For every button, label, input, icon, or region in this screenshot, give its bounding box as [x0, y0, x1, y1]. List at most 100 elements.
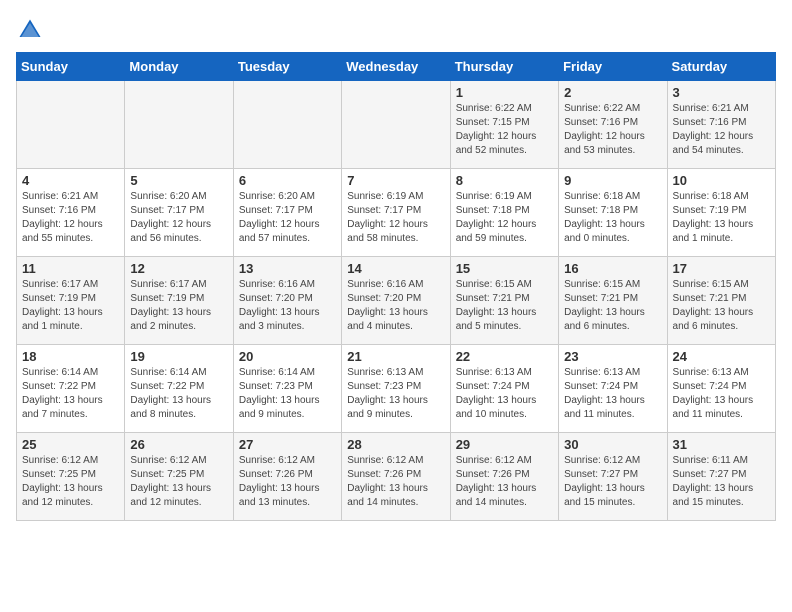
day-cell-13: 13 Sunrise: 6:16 AM Sunset: 7:20 PM Dayli…: [233, 257, 341, 345]
day-cell-3: 3 Sunrise: 6:21 AM Sunset: 7:16 PM Daylig…: [667, 81, 775, 169]
day-info: Sunrise: 6:15 AM Sunset: 7:21 PM Dayligh…: [456, 278, 553, 334]
weekday-header-friday: Friday: [559, 53, 667, 81]
week-row-1: 1 Sunrise: 6:22 AM Sunset: 7:15 PM Daylig…: [17, 81, 776, 169]
day-number: 7: [347, 173, 444, 188]
weekday-header-row: SundayMondayTuesdayWednesdayThursdayFrid…: [17, 53, 776, 81]
day-info: Sunrise: 6:17 AM Sunset: 7:19 PM Dayligh…: [130, 278, 227, 334]
day-cell-15: 15 Sunrise: 6:15 AM Sunset: 7:21 PM Dayli…: [450, 257, 558, 345]
day-number: 10: [673, 173, 770, 188]
week-row-4: 18 Sunrise: 6:14 AM Sunset: 7:22 PM Dayli…: [17, 345, 776, 433]
day-number: 28: [347, 437, 444, 452]
day-info: Sunrise: 6:14 AM Sunset: 7:22 PM Dayligh…: [22, 366, 119, 422]
weekday-header-thursday: Thursday: [450, 53, 558, 81]
empty-cell: [125, 81, 233, 169]
day-number: 9: [564, 173, 661, 188]
day-number: 25: [22, 437, 119, 452]
day-info: Sunrise: 6:12 AM Sunset: 7:27 PM Dayligh…: [564, 454, 661, 510]
empty-cell: [233, 81, 341, 169]
week-row-2: 4 Sunrise: 6:21 AM Sunset: 7:16 PM Daylig…: [17, 169, 776, 257]
day-info: Sunrise: 6:12 AM Sunset: 7:26 PM Dayligh…: [239, 454, 336, 510]
day-cell-11: 11Sunrise: 6:17 AM Sunset: 7:19 PM Dayli…: [17, 257, 125, 345]
day-number: 26: [130, 437, 227, 452]
day-info: Sunrise: 6:15 AM Sunset: 7:21 PM Dayligh…: [673, 278, 770, 334]
day-info: Sunrise: 6:16 AM Sunset: 7:20 PM Dayligh…: [239, 278, 336, 334]
day-number: 15: [456, 261, 553, 276]
day-info: Sunrise: 6:14 AM Sunset: 7:22 PM Dayligh…: [130, 366, 227, 422]
day-number: 30: [564, 437, 661, 452]
day-info: Sunrise: 6:22 AM Sunset: 7:15 PM Dayligh…: [456, 102, 553, 158]
logo-icon: [16, 16, 44, 44]
day-info: Sunrise: 6:14 AM Sunset: 7:23 PM Dayligh…: [239, 366, 336, 422]
weekday-header-wednesday: Wednesday: [342, 53, 450, 81]
day-info: Sunrise: 6:12 AM Sunset: 7:25 PM Dayligh…: [130, 454, 227, 510]
weekday-header-tuesday: Tuesday: [233, 53, 341, 81]
day-cell-31: 31Sunrise: 6:11 AM Sunset: 7:27 PM Dayli…: [667, 433, 775, 521]
day-cell-20: 20 Sunrise: 6:14 AM Sunset: 7:23 PM Dayli…: [233, 345, 341, 433]
day-cell-8: 8 Sunrise: 6:19 AM Sunset: 7:18 PM Daylig…: [450, 169, 558, 257]
day-number: 1: [456, 85, 553, 100]
day-info: Sunrise: 6:17 AM Sunset: 7:19 PM Dayligh…: [22, 278, 119, 334]
day-info: Sunrise: 6:18 AM Sunset: 7:18 PM Dayligh…: [564, 190, 661, 246]
day-info: Sunrise: 6:21 AM Sunset: 7:16 PM Dayligh…: [22, 190, 119, 246]
week-row-5: 25 Sunrise: 6:12 AM Sunset: 7:25 PM Dayli…: [17, 433, 776, 521]
day-cell-28: 28 Sunrise: 6:12 AM Sunset: 7:26 PM Dayli…: [342, 433, 450, 521]
day-cell-1: 1 Sunrise: 6:22 AM Sunset: 7:15 PM Daylig…: [450, 81, 558, 169]
day-number: 3: [673, 85, 770, 100]
day-info: Sunrise: 6:20 AM Sunset: 7:17 PM Dayligh…: [239, 190, 336, 246]
day-number: 29: [456, 437, 553, 452]
day-cell-4: 4 Sunrise: 6:21 AM Sunset: 7:16 PM Daylig…: [17, 169, 125, 257]
day-info: Sunrise: 6:21 AM Sunset: 7:16 PM Dayligh…: [673, 102, 770, 158]
day-info: Sunrise: 6:13 AM Sunset: 7:24 PM Dayligh…: [564, 366, 661, 422]
day-info: Sunrise: 6:12 AM Sunset: 7:26 PM Dayligh…: [347, 454, 444, 510]
day-cell-16: 16 Sunrise: 6:15 AM Sunset: 7:21 PM Dayli…: [559, 257, 667, 345]
day-cell-9: 9 Sunrise: 6:18 AM Sunset: 7:18 PM Daylig…: [559, 169, 667, 257]
day-cell-6: 6Sunrise: 6:20 AM Sunset: 7:17 PM Daylig…: [233, 169, 341, 257]
day-info: Sunrise: 6:13 AM Sunset: 7:23 PM Dayligh…: [347, 366, 444, 422]
calendar-table: SundayMondayTuesdayWednesdayThursdayFrid…: [16, 52, 776, 521]
day-cell-14: 14Sunrise: 6:16 AM Sunset: 7:20 PM Dayli…: [342, 257, 450, 345]
day-cell-21: 21Sunrise: 6:13 AM Sunset: 7:23 PM Dayli…: [342, 345, 450, 433]
day-number: 16: [564, 261, 661, 276]
day-info: Sunrise: 6:19 AM Sunset: 7:17 PM Dayligh…: [347, 190, 444, 246]
day-info: Sunrise: 6:12 AM Sunset: 7:26 PM Dayligh…: [456, 454, 553, 510]
day-cell-30: 30 Sunrise: 6:12 AM Sunset: 7:27 PM Dayli…: [559, 433, 667, 521]
day-number: 22: [456, 349, 553, 364]
day-cell-27: 27 Sunrise: 6:12 AM Sunset: 7:26 PM Dayli…: [233, 433, 341, 521]
day-number: 24: [673, 349, 770, 364]
weekday-header-monday: Monday: [125, 53, 233, 81]
logo: [16, 16, 48, 44]
day-number: 4: [22, 173, 119, 188]
empty-cell: [17, 81, 125, 169]
day-info: Sunrise: 6:13 AM Sunset: 7:24 PM Dayligh…: [456, 366, 553, 422]
day-number: 13: [239, 261, 336, 276]
day-info: Sunrise: 6:16 AM Sunset: 7:20 PM Dayligh…: [347, 278, 444, 334]
week-row-3: 11Sunrise: 6:17 AM Sunset: 7:19 PM Dayli…: [17, 257, 776, 345]
day-cell-22: 22 Sunrise: 6:13 AM Sunset: 7:24 PM Dayli…: [450, 345, 558, 433]
day-info: Sunrise: 6:15 AM Sunset: 7:21 PM Dayligh…: [564, 278, 661, 334]
weekday-header-sunday: Sunday: [17, 53, 125, 81]
day-cell-10: 10 Sunrise: 6:18 AM Sunset: 7:19 PM Dayli…: [667, 169, 775, 257]
page-header: [16, 16, 776, 44]
day-info: Sunrise: 6:19 AM Sunset: 7:18 PM Dayligh…: [456, 190, 553, 246]
day-cell-23: 23Sunrise: 6:13 AM Sunset: 7:24 PM Dayli…: [559, 345, 667, 433]
day-info: Sunrise: 6:13 AM Sunset: 7:24 PM Dayligh…: [673, 366, 770, 422]
day-number: 8: [456, 173, 553, 188]
day-cell-2: 2Sunrise: 6:22 AM Sunset: 7:16 PM Daylig…: [559, 81, 667, 169]
day-info: Sunrise: 6:12 AM Sunset: 7:25 PM Dayligh…: [22, 454, 119, 510]
day-cell-18: 18 Sunrise: 6:14 AM Sunset: 7:22 PM Dayli…: [17, 345, 125, 433]
day-number: 17: [673, 261, 770, 276]
day-number: 20: [239, 349, 336, 364]
day-cell-7: 7 Sunrise: 6:19 AM Sunset: 7:17 PM Daylig…: [342, 169, 450, 257]
day-cell-29: 29 Sunrise: 6:12 AM Sunset: 7:26 PM Dayli…: [450, 433, 558, 521]
day-number: 19: [130, 349, 227, 364]
day-number: 5: [130, 173, 227, 188]
day-info: Sunrise: 6:18 AM Sunset: 7:19 PM Dayligh…: [673, 190, 770, 246]
day-cell-5: 5Sunrise: 6:20 AM Sunset: 7:17 PM Daylig…: [125, 169, 233, 257]
day-info: Sunrise: 6:22 AM Sunset: 7:16 PM Dayligh…: [564, 102, 661, 158]
day-number: 27: [239, 437, 336, 452]
day-cell-19: 19 Sunrise: 6:14 AM Sunset: 7:22 PM Dayli…: [125, 345, 233, 433]
day-number: 18: [22, 349, 119, 364]
day-cell-25: 25 Sunrise: 6:12 AM Sunset: 7:25 PM Dayli…: [17, 433, 125, 521]
day-cell-12: 12Sunrise: 6:17 AM Sunset: 7:19 PM Dayli…: [125, 257, 233, 345]
day-cell-24: 24 Sunrise: 6:13 AM Sunset: 7:24 PM Dayli…: [667, 345, 775, 433]
